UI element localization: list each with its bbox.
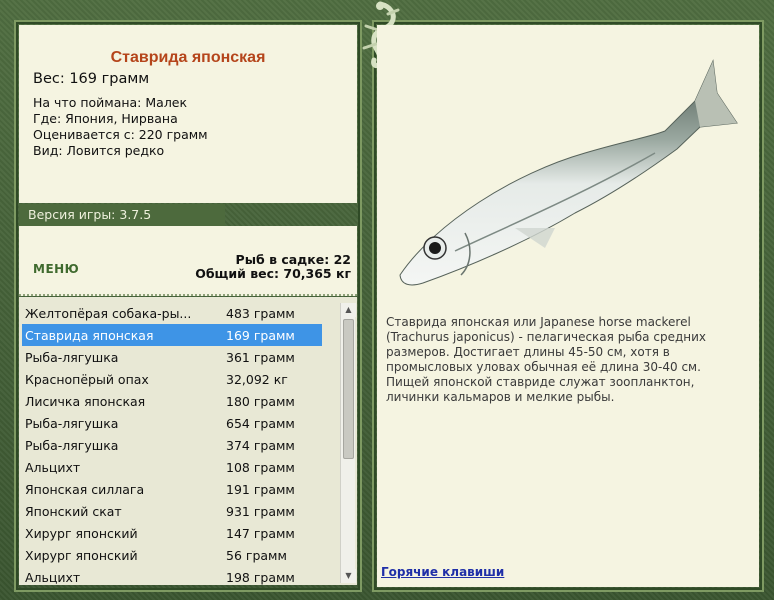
list-item-name: Рыба-лягушка	[25, 438, 119, 453]
fish-detail-panel: Ставрида японская или Japanese horse mac…	[377, 25, 759, 587]
menu-button[interactable]: МЕНЮ	[33, 262, 79, 276]
fish-caught-on: На что поймана: Малек	[33, 95, 188, 110]
list-item[interactable]: Желтопёрая собака-ры... 483 грамм	[22, 302, 322, 324]
list-divider	[19, 294, 357, 296]
list-item-name: Краснопёрый опах	[25, 372, 149, 387]
list-item-name: Альцихт	[25, 460, 81, 475]
list-item-weight: 191 грамм	[226, 482, 295, 497]
list-item-name: Ставрида японская	[25, 328, 154, 343]
list-item-name: Лисичка японская	[25, 394, 146, 409]
list-item[interactable]: Хирург японский 56 грамм	[22, 544, 322, 566]
list-item[interactable]: Рыба-лягушка 654 грамм	[22, 412, 322, 434]
fish-valued-from: Оценивается с: 220 грамм	[33, 127, 208, 142]
list-item-weight: 931 грамм	[226, 504, 295, 519]
list-item-name: Хирург японский	[25, 526, 138, 541]
arrow-up-icon[interactable]: ▲	[341, 303, 356, 317]
list-item[interactable]: Японская силлага 191 грамм	[22, 478, 322, 500]
list-item-name: Рыба-лягушка	[25, 416, 119, 431]
list-item-name: Альцихт	[25, 570, 81, 585]
fish-title: Ставрида японская	[110, 49, 266, 66]
list-item[interactable]: Альцихт 198 грамм	[22, 566, 322, 585]
list-item-weight: 361 грамм	[226, 350, 295, 365]
fish-image	[399, 59, 738, 286]
list-item[interactable]: Японский скат 931 грамм	[22, 500, 322, 522]
keepnet-panel: МЕНЮ Рыб в садке: 22 Общий вес: 70,365 к…	[19, 226, 357, 296]
fish-location: Где: Япония, Нирвана	[33, 111, 178, 126]
list-item-weight: 56 грамм	[226, 548, 287, 563]
hotkeys-link[interactable]: Горячие клавиши	[381, 565, 504, 579]
list-item-name: Японская силлага	[25, 482, 145, 497]
list-item-weight: 654 грамм	[226, 416, 295, 431]
total-weight-stat: Общий вес: 70,365 кг	[195, 266, 351, 281]
list-item-weight: 198 грамм	[226, 570, 295, 585]
fish-count-stat: Рыб в садке: 22	[235, 252, 351, 267]
list-item-name: Желтопёрая собака-ры...	[25, 306, 192, 321]
list-item-weight: 32,092 кг	[226, 372, 288, 387]
list-item[interactable]: Краснопёрый опах 32,092 кг	[22, 368, 322, 390]
scrollbar-thumb[interactable]	[343, 319, 354, 459]
list-item-weight: 483 грамм	[226, 306, 295, 321]
list-item-name: Хирург японский	[25, 548, 138, 563]
list-item[interactable]: Рыба-лягушка 361 грамм	[22, 346, 322, 368]
list-item-name: Рыба-лягушка	[25, 350, 119, 365]
version-label: Версия игры: 3.7.5	[19, 204, 225, 226]
list-item[interactable]: Хирург японский 147 грамм	[22, 522, 322, 544]
list-item[interactable]: Лисичка японская 180 грамм	[22, 390, 322, 412]
fish-list[interactable]: Желтопёрая собака-ры... 483 грамм Ставри…	[19, 297, 357, 585]
list-item-weight: 180 грамм	[226, 394, 295, 409]
list-item-name: Японский скат	[25, 504, 122, 519]
fish-info-panel: Ставрида японская Вес: 169 грамм На что …	[19, 25, 357, 203]
list-scrollbar[interactable]: ▲ ▼	[340, 303, 356, 583]
list-item-weight: 374 грамм	[226, 438, 295, 453]
list-item-weight: 108 грамм	[226, 460, 295, 475]
list-item[interactable]: Рыба-лягушка 374 грамм	[22, 434, 322, 456]
list-item-selected[interactable]: Ставрида японская 169 грамм	[22, 324, 322, 346]
list-item-weight: 147 грамм	[226, 526, 295, 541]
list-item[interactable]: Альцихт 108 грамм	[22, 456, 322, 478]
list-item-weight: 169 грамм	[226, 328, 295, 343]
arrow-down-icon[interactable]: ▼	[341, 569, 356, 583]
fish-description: Ставрида японская или Japanese horse mac…	[386, 315, 706, 404]
fish-rarity: Вид: Ловится редко	[33, 143, 165, 158]
fish-weight: Вес: 169 грамм	[33, 71, 150, 87]
